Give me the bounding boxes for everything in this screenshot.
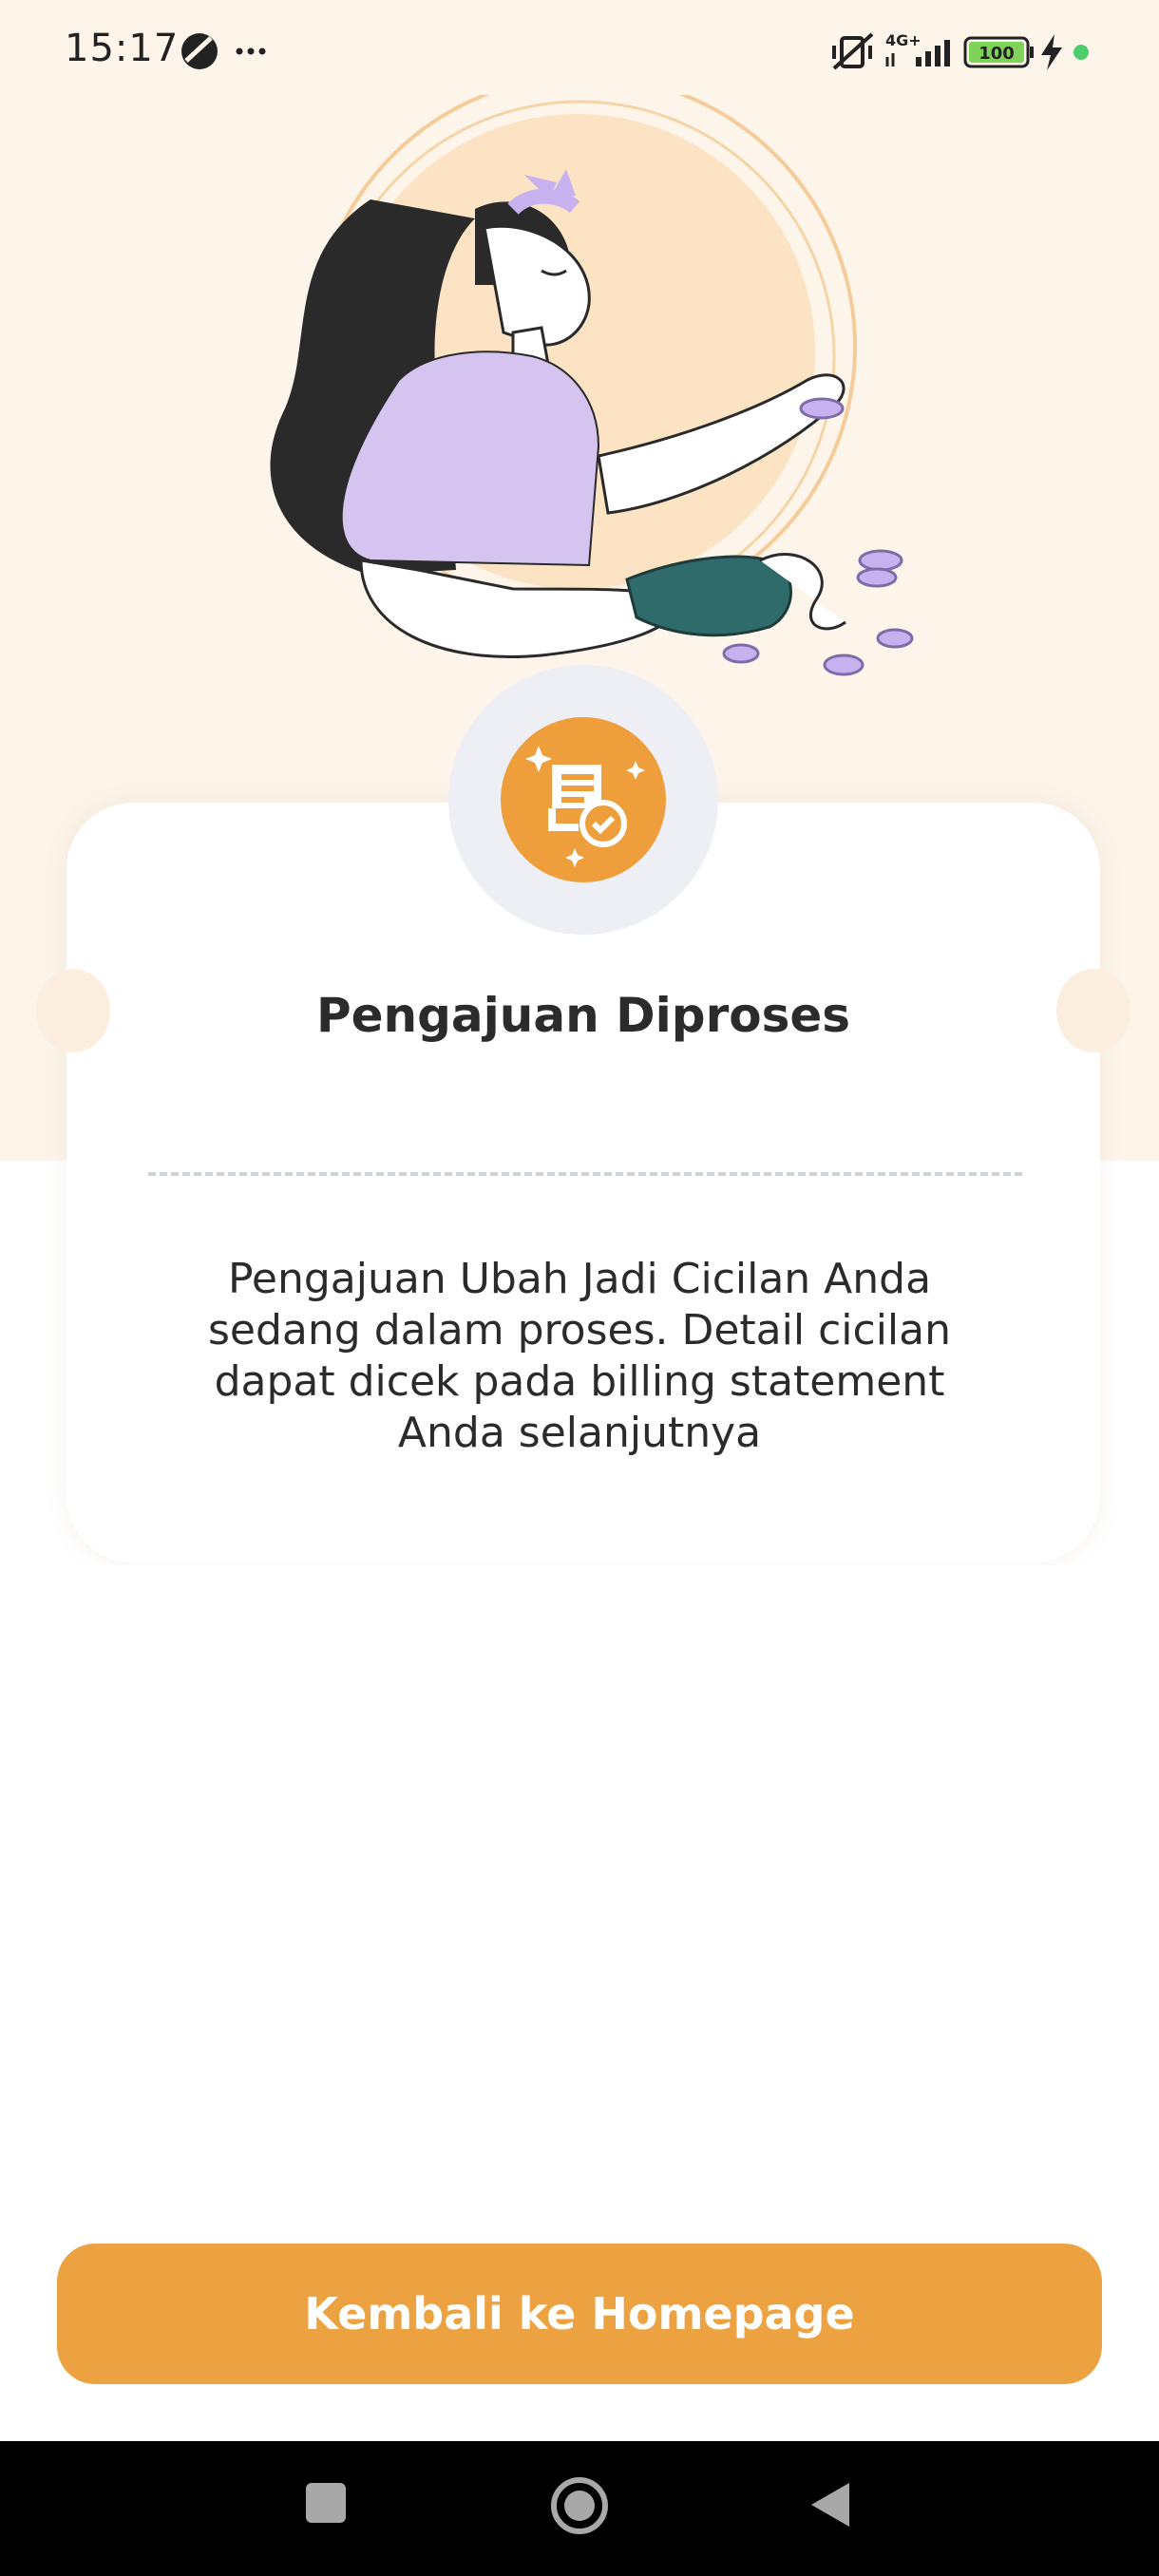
recents-icon[interactable] [306,2483,346,2523]
charging-icon [1041,34,1062,70]
svg-text:100: 100 [978,44,1015,64]
woman-with-coins-illustration [270,95,914,676]
card-bottom-edge [0,1565,1159,1603]
back-icon[interactable] [809,2481,851,2529]
more-dots-icon [236,47,266,55]
home-icon[interactable] [549,2475,610,2536]
card-message: Pengajuan Ubah Jadi Cicilan Anda sedang … [208,1255,951,1457]
status-time: 15:17 [65,27,180,70]
status-bar: 15:17 4G+ 100 [0,0,1159,104]
card-title: Pengajuan Diproses [315,988,851,1043]
status-right-icons: 4G+ 100 [832,31,1089,70]
4g-signal-icon: 4G+ [885,31,950,66]
dnd-moon-icon [181,33,218,69]
dot-icon [1074,45,1089,60]
back-to-homepage-button[interactable]: Kembali ke Homepage [57,2244,1102,2384]
svg-text:4G+: 4G+ [885,31,922,49]
card-divider [148,1172,1022,1176]
status-left-icons [181,33,266,69]
vibrate-muted-icon [832,32,874,70]
status-icon-circle [501,717,666,882]
battery-icon: 100 [963,36,1034,68]
document-check-icon [525,746,645,867]
